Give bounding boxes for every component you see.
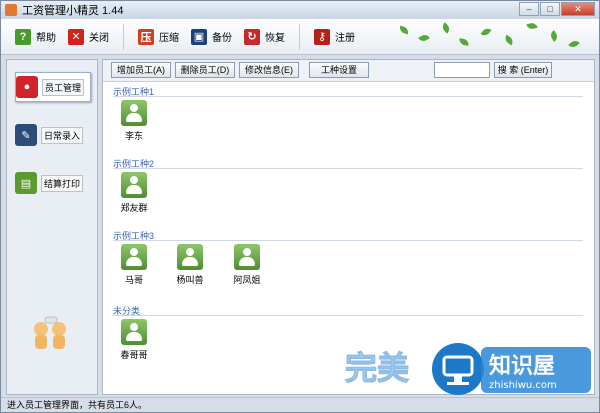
employee-avatar-icon: [234, 244, 260, 270]
pen-icon: ✎: [15, 124, 37, 146]
employee-name: 马哥: [124, 275, 143, 285]
search-input[interactable]: [434, 62, 490, 78]
sidebar-item-label: 员工管理: [42, 78, 85, 96]
minimize-button[interactable]: –: [519, 2, 539, 16]
sidebar-item-label: 结算打印: [41, 174, 84, 192]
compress-icon: 压: [138, 28, 154, 45]
watermark-logo: 完美 知识屋 zhishiwu.com: [345, 343, 591, 395]
close-button[interactable]: ✕ 关闭: [62, 22, 115, 52]
group-divider: [113, 315, 583, 316]
mascot-icon: [34, 316, 66, 349]
employee-item[interactable]: 郑友群: [110, 172, 158, 214]
employee-item[interactable]: 李东: [110, 100, 158, 142]
employee-avatar-icon: [177, 244, 203, 270]
restore-label: 恢复: [265, 33, 285, 44]
sidebar-item-daily-entry[interactable]: ✎ 日常录入: [15, 120, 91, 150]
key-icon: ⚷: [314, 28, 330, 45]
group-divider: [113, 96, 583, 97]
printer-icon: ▤: [15, 172, 37, 194]
register-label: 注册: [335, 33, 355, 44]
employee-item[interactable]: 马哥: [110, 244, 158, 286]
group-divider: [113, 168, 583, 169]
title-bar: 工资管理小精灵 1.44 – □ ✕: [1, 1, 599, 19]
sidebar-item-label: 日常录入: [41, 126, 84, 144]
employee-avatar-icon: [121, 244, 147, 270]
compress-label: 压缩: [159, 33, 179, 44]
help-label: 帮助: [36, 33, 56, 44]
employee-item[interactable]: 阿凤姐: [223, 244, 271, 286]
employee-avatar-icon: [121, 100, 147, 126]
employee-name: 郑友群: [120, 203, 148, 213]
action-bar: 增加员工(A) 删除员工(D) 修改信息(E) 工种设置 搜 索 (Enter): [103, 60, 594, 82]
sidebar-item-settlement-print[interactable]: ▤ 结算打印: [15, 168, 91, 198]
toolbar-separator: [299, 23, 300, 50]
sidebar-item-employee-management[interactable]: ● 员工管理: [15, 72, 91, 102]
employee-icon: ●: [16, 76, 38, 98]
svg-text:完美: 完美: [345, 349, 409, 387]
sidebar: ● 员工管理 ✎ 日常录入 ▤ 结算打印: [6, 59, 98, 395]
save-icon: ▣: [191, 28, 207, 45]
register-button[interactable]: ⚷ 注册: [308, 22, 361, 52]
window-close-button[interactable]: ✕: [561, 2, 595, 16]
app-window: 工资管理小精灵 1.44 – □ ✕ ? 帮助 ✕ 关闭 压 压缩 ▣ 备份 ↻…: [0, 0, 600, 413]
help-button[interactable]: ? 帮助: [9, 22, 62, 52]
close-label: 关闭: [89, 33, 109, 44]
add-employee-button[interactable]: 增加员工(A): [111, 62, 171, 78]
compress-button[interactable]: 压 压缩: [132, 22, 185, 52]
job-types-button[interactable]: 工种设置: [309, 62, 369, 78]
delete-employee-button[interactable]: 删除员工(D): [175, 62, 235, 78]
employee-avatar-icon: [121, 319, 147, 345]
svg-text:知识屋: 知识屋: [489, 353, 555, 379]
backup-label: 备份: [212, 33, 232, 44]
leaf-decoration: [389, 19, 589, 51]
help-icon: ?: [15, 28, 31, 45]
edit-info-button[interactable]: 修改信息(E): [239, 62, 299, 78]
restore-button[interactable]: ↻ 恢复: [238, 22, 291, 52]
maximize-button[interactable]: □: [540, 2, 560, 16]
employee-name: 杨叫兽: [176, 275, 204, 285]
status-bar: 进入员工管理界面，共有员工6人。: [1, 397, 599, 412]
employee-avatar-icon: [121, 172, 147, 198]
app-icon: [5, 4, 17, 16]
employee-name: 李东: [124, 131, 143, 141]
toolbar-separator: [123, 23, 124, 50]
search-button[interactable]: 搜 索 (Enter): [494, 62, 552, 78]
window-title: 工资管理小精灵 1.44: [22, 5, 124, 17]
employee-item[interactable]: 杨叫兽: [166, 244, 214, 286]
close-icon: ✕: [68, 28, 84, 45]
backup-button[interactable]: ▣ 备份: [185, 22, 238, 52]
employee-item[interactable]: 春哥哥: [110, 319, 158, 361]
group-divider: [113, 240, 583, 241]
employee-name: 阿凤姐: [233, 275, 261, 285]
svg-text:zhishiwu.com: zhishiwu.com: [489, 380, 557, 391]
restore-icon: ↻: [244, 28, 260, 45]
employee-name: 春哥哥: [120, 350, 148, 360]
